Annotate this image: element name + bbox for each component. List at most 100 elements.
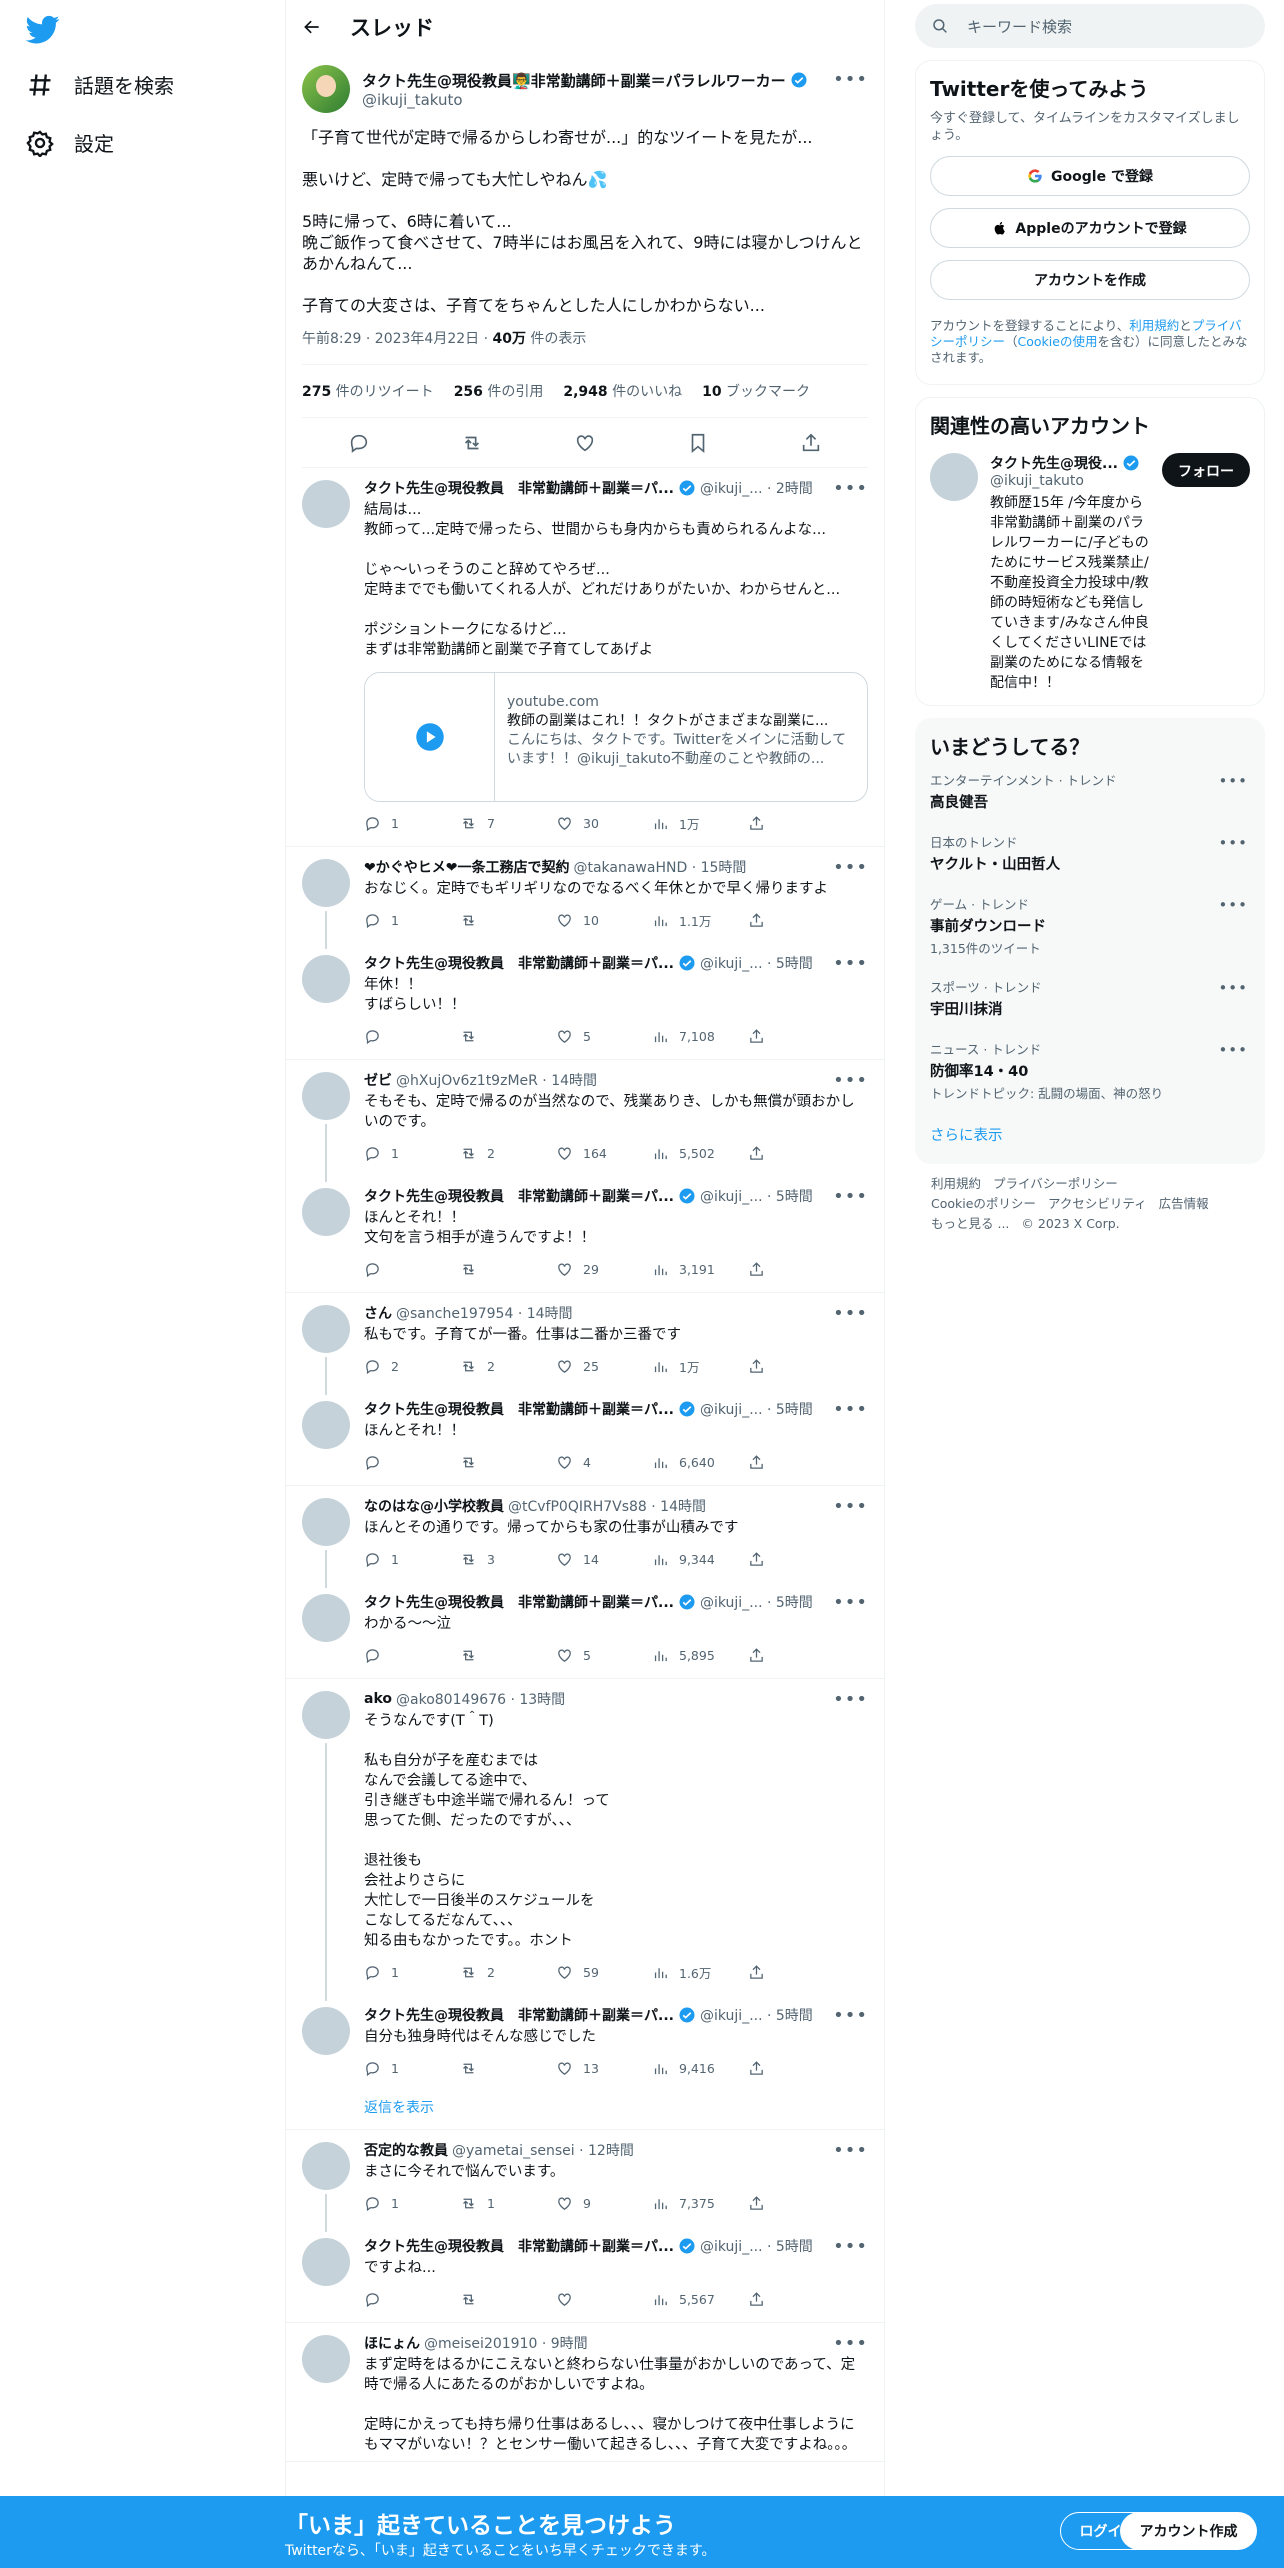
- avatar[interactable]: [302, 2238, 350, 2286]
- author-name[interactable]: ako: [364, 1691, 392, 1707]
- like-action[interactable]: 29: [556, 1261, 652, 1278]
- reply-action[interactable]: [364, 1028, 460, 1045]
- reply-action[interactable]: 1: [364, 912, 460, 929]
- footer-link[interactable]: Cookieのポリシー: [931, 1196, 1036, 1211]
- retweet-action[interactable]: [460, 1028, 556, 1045]
- like-action[interactable]: 30: [556, 815, 652, 832]
- author-name[interactable]: 否定的な教員: [364, 2140, 448, 2160]
- related-account[interactable]: タクト先生@現役... @ikuji_takuto 教師歴15年 /今年度から非…: [930, 453, 1250, 693]
- show-replies-link[interactable]: 返信を表示: [286, 2091, 884, 2129]
- more-options-icon[interactable]: •••: [1218, 1041, 1248, 1059]
- more-options-icon[interactable]: •••: [833, 2333, 868, 2354]
- avatar[interactable]: [302, 1401, 350, 1449]
- share-action[interactable]: [748, 2291, 844, 2308]
- author-name[interactable]: さん: [364, 1303, 392, 1323]
- like-action[interactable]: 25: [556, 1358, 652, 1375]
- back-arrow-icon[interactable]: [302, 17, 322, 37]
- author-name[interactable]: タクト先生@現役教員👨‍🏫非常勤講師＋副業＝パラレルワーカー: [362, 70, 786, 91]
- reply-tweet[interactable]: タクト先生@現役教員 非常勤講師＋副業＝パ... @ikuji_... · 2時間…: [286, 468, 884, 846]
- retweet-action[interactable]: [460, 2291, 556, 2308]
- retweet-action[interactable]: 3: [460, 1551, 556, 1568]
- footer-link[interactable]: プライバシーポリシー: [993, 1176, 1118, 1191]
- avatar[interactable]: [302, 1188, 350, 1236]
- reply-tweet[interactable]: タクト先生@現役教員 非常勤講師＋副業＝パ... @ikuji_... · 5時間…: [286, 1176, 884, 1292]
- share-action[interactable]: [748, 1358, 844, 1375]
- reply-tweet[interactable]: タクト先生@現役教員 非常勤講師＋副業＝パ... @ikuji_... · 5時間…: [286, 1582, 884, 1678]
- more-options-icon[interactable]: •••: [833, 857, 868, 878]
- views-action[interactable]: 9,416: [652, 2060, 748, 2077]
- like-action[interactable]: 5: [556, 1028, 652, 1045]
- more-options-icon[interactable]: •••: [1218, 979, 1248, 997]
- apple-signup-button[interactable]: Appleのアカウントで登録: [930, 208, 1250, 248]
- like-action[interactable]: 14: [556, 1551, 652, 1568]
- trend-item[interactable]: ニュース · トレンド 防御率14・40 トレンドトピック: 乱闘の場面、神の怒り •…: [930, 1029, 1250, 1112]
- share-action[interactable]: [748, 1551, 844, 1568]
- like-action[interactable]: 59: [556, 1964, 652, 1981]
- author-handle[interactable]: @sanche197954 · 14時間: [396, 1303, 573, 1323]
- author-name[interactable]: ゼビ: [364, 1070, 392, 1090]
- author-handle[interactable]: @ikuji_takuto: [362, 91, 808, 109]
- nav-explore[interactable]: 話題を検索: [26, 70, 174, 99]
- create-account-button[interactable]: アカウントを作成: [930, 260, 1250, 300]
- more-options-icon[interactable]: •••: [833, 2005, 868, 2026]
- reply-tweet[interactable]: タクト先生@現役教員 非常勤講師＋副業＝パ... @ikuji_... · 5時間…: [286, 1995, 884, 2091]
- footer-link[interactable]: もっと見る ...: [931, 1216, 1009, 1231]
- avatar[interactable]: [302, 2007, 350, 2055]
- views-action[interactable]: 6,640: [652, 1454, 748, 1471]
- reply-tweet[interactable]: 否定的な教員 @yametai_sensei · 12時間 ••• まさに今それで悩ん…: [286, 2130, 884, 2232]
- like-action[interactable]: 10: [556, 912, 652, 929]
- share-action[interactable]: [748, 2060, 844, 2077]
- footer-link[interactable]: 広告情報: [1159, 1196, 1209, 1211]
- avatar[interactable]: [930, 453, 978, 501]
- reply-action[interactable]: 1: [364, 1551, 460, 1568]
- retweet-action[interactable]: [460, 2060, 556, 2077]
- google-signup-button[interactable]: Google で登録: [930, 156, 1250, 196]
- author-handle[interactable]: @takanawaHND · 15時間: [573, 857, 746, 877]
- like-action[interactable]: 4: [556, 1454, 652, 1471]
- more-options-icon[interactable]: •••: [833, 1303, 868, 1324]
- share-action[interactable]: [748, 912, 844, 929]
- views-action[interactable]: 5,567: [652, 2291, 748, 2308]
- trend-item[interactable]: スポーツ · トレンド 宇田川抹消 •••: [930, 967, 1250, 1029]
- author-handle[interactable]: @tCvfP0QIRH7Vs88 · 14時間: [508, 1496, 706, 1516]
- share-action[interactable]: [748, 1261, 844, 1278]
- retweet-action[interactable]: 2: [460, 1358, 556, 1375]
- terms-link[interactable]: 利用規約: [1129, 318, 1179, 333]
- views-action[interactable]: 5,895: [652, 1647, 748, 1664]
- more-options-icon[interactable]: •••: [833, 2140, 868, 2161]
- avatar[interactable]: [302, 1691, 350, 1739]
- retweet-action[interactable]: [460, 1647, 556, 1664]
- nav-settings[interactable]: 設定: [26, 128, 114, 157]
- author-handle[interactable]: @ikuji_... · 5時間: [700, 1186, 813, 1206]
- reply-action[interactable]: [364, 1647, 460, 1664]
- author-handle[interactable]: @ikuji_... · 5時間: [700, 953, 813, 973]
- avatar[interactable]: [302, 1594, 350, 1642]
- stat-retweets[interactable]: 275 件のリツイート: [302, 381, 434, 401]
- author-name[interactable]: なのはな@小学校教員: [364, 1496, 504, 1516]
- link-card[interactable]: youtube.com 教師の副業はこれ！！タクトがさまざまな副業に... こんにち…: [364, 672, 868, 802]
- more-options-icon[interactable]: •••: [833, 1689, 868, 1710]
- avatar[interactable]: [302, 65, 350, 113]
- reply-tweet[interactable]: タクト先生@現役教員 非常勤講師＋副業＝パ... @ikuji_... · 5時間…: [286, 943, 884, 1059]
- follow-button[interactable]: フォロー: [1162, 453, 1250, 487]
- more-options-icon[interactable]: •••: [1218, 896, 1248, 914]
- author-name[interactable]: ほにょん: [364, 2333, 420, 2353]
- views-action[interactable]: 3,191: [652, 1261, 748, 1278]
- search-input[interactable]: キーワード検索: [967, 16, 1072, 37]
- reply-icon[interactable]: [348, 432, 370, 454]
- like-icon[interactable]: [574, 432, 596, 454]
- reply-tweet[interactable]: ❤かぐやヒメ❤一条工務店で契約 @takanawaHND · 15時間 ••• おなじ…: [286, 847, 884, 949]
- retweet-action[interactable]: [460, 1454, 556, 1471]
- author-name[interactable]: タクト先生@現役教員 非常勤講師＋副業＝パ...: [364, 1399, 674, 1419]
- avatar[interactable]: [302, 2142, 350, 2190]
- author-handle[interactable]: @ikuji_... · 5時間: [700, 2005, 813, 2025]
- reply-action[interactable]: 1: [364, 815, 460, 832]
- more-options-icon[interactable]: •••: [833, 69, 868, 90]
- views-action[interactable]: 1万: [652, 814, 748, 833]
- share-action[interactable]: [748, 1145, 844, 1162]
- reply-tweet[interactable]: ゼビ @hXujOv6z1t9zMeR · 14時間 ••• そもそも、定時で帰るのが…: [286, 1060, 884, 1182]
- signup-button[interactable]: アカウント作成: [1120, 2512, 1257, 2550]
- trend-item[interactable]: 日本のトレンド ヤクルト・山田哲人 •••: [930, 822, 1250, 884]
- trend-item[interactable]: ゲーム · トレンド 事前ダウンロード 1,315件のツイート •••: [930, 884, 1250, 967]
- avatar[interactable]: [302, 859, 350, 907]
